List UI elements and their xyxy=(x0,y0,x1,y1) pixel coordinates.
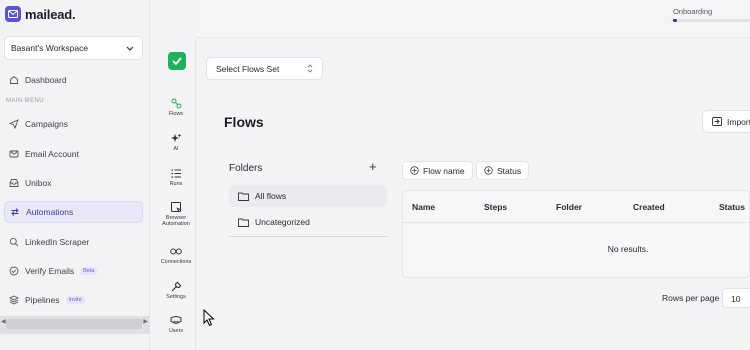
flows-icon xyxy=(171,98,181,109)
sidebar-item-automations[interactable]: Automations xyxy=(4,201,143,223)
sidebar-item-pipelines[interactable]: Pipelines Invite xyxy=(4,289,143,311)
empty-state: No results. xyxy=(607,244,649,254)
page-title: Flows xyxy=(224,114,264,130)
chevron-down-icon xyxy=(126,46,134,51)
chevron-up-down-icon xyxy=(307,64,313,73)
add-folder-button[interactable]: + xyxy=(369,159,377,174)
flows-icon-rail: Flows AI Runs Browser Automation Connect… xyxy=(152,40,196,350)
mail-logo-icon xyxy=(5,6,21,22)
flows-set-placeholder: Select Flows Set xyxy=(216,63,280,74)
link-icon xyxy=(170,248,182,255)
folder-icon xyxy=(238,192,249,201)
invite-badge: Invite xyxy=(65,296,85,304)
rail-item-label: Settings xyxy=(166,294,186,300)
section-label: MAIN MENU xyxy=(6,98,44,104)
rail-item-browser-automation[interactable]: Browser Automation xyxy=(152,202,200,228)
rail-item-settings[interactable]: Settings xyxy=(152,281,200,300)
sidebar-item-linkedin-scraper[interactable]: LinkedIn Scraper xyxy=(4,231,143,253)
flows-table: Name Steps Folder Created Status No resu… xyxy=(402,190,750,278)
browser-icon xyxy=(170,202,181,213)
column-header-folder[interactable]: Folder xyxy=(556,202,582,212)
onboarding-progress-fill xyxy=(673,19,677,22)
scrollbar-thumb[interactable] xyxy=(6,319,142,329)
onboarding-label[interactable]: Onboarding xyxy=(673,7,712,16)
plus-circle-icon xyxy=(484,166,493,175)
search-icon xyxy=(9,237,19,247)
users-icon xyxy=(170,316,182,324)
column-header-steps[interactable]: Steps xyxy=(484,202,507,212)
sidebar-item-verify-emails[interactable]: Verify Emails Beta xyxy=(4,260,143,282)
folder-label: All flows xyxy=(255,191,287,201)
arrows-icon xyxy=(11,208,19,216)
top-bar xyxy=(196,0,750,38)
status-filter[interactable]: Status xyxy=(476,161,530,180)
filter-label: Flow name xyxy=(423,165,465,176)
import-button[interactable]: Import xyxy=(702,110,750,133)
filter-label: Status xyxy=(497,165,522,176)
sidebar-item-label: Campaigns xyxy=(25,119,68,129)
list-icon xyxy=(170,169,181,178)
sidebar-item-label: Unibox xyxy=(25,178,52,188)
check-circle-icon xyxy=(9,266,19,276)
sidebar-item-label: Email Account xyxy=(25,149,79,159)
layers-icon xyxy=(9,295,19,305)
sidebar-item-label: Pipelines xyxy=(25,295,60,305)
column-header-status[interactable]: Status xyxy=(719,202,745,212)
column-header-name[interactable]: Name xyxy=(412,202,435,212)
sidebar-item-label: Verify Emails xyxy=(25,266,75,276)
workspace-selector[interactable]: Basant's Workspace xyxy=(4,36,143,60)
flows-set-select[interactable]: Select Flows Set xyxy=(206,57,323,80)
rail-item-label: Runs xyxy=(169,181,183,187)
rail-item-label: AI xyxy=(173,146,179,152)
sidebar-item-campaigns[interactable]: Campaigns xyxy=(4,113,143,135)
logo[interactable]: mailead. xyxy=(5,6,76,22)
rail-item-label: Users xyxy=(168,328,184,334)
sidebar-item-email-account[interactable]: Email Account xyxy=(4,143,143,165)
folders-title: Folders xyxy=(229,163,263,174)
rail-item-runs[interactable]: Runs xyxy=(152,168,200,187)
import-icon xyxy=(712,117,722,126)
folder-label: Uncategorized xyxy=(255,217,310,227)
beta-badge: Beta xyxy=(80,267,98,275)
folder-icon xyxy=(238,218,249,227)
folder-all-flows[interactable]: All flows xyxy=(229,185,387,207)
scroll-right-icon[interactable]: ▶ xyxy=(143,318,148,325)
rail-item-ai[interactable]: AI xyxy=(152,133,200,152)
sparkle-icon xyxy=(170,133,181,142)
mouse-cursor-icon xyxy=(203,309,215,327)
rail-item-connections[interactable]: Connections xyxy=(152,246,200,265)
brand-name: mailead. xyxy=(25,6,76,22)
send-icon xyxy=(9,119,19,129)
horizontal-scrollbar[interactable]: ◀ ▶ xyxy=(0,316,150,334)
column-header-created[interactable]: Created xyxy=(633,202,665,212)
rail-item-flows[interactable]: Flows xyxy=(152,98,200,117)
sidebar-item-dashboard[interactable]: Dashboard xyxy=(4,69,143,91)
sidebar: mailead. Basant's Workspace Dashboard MA… xyxy=(0,0,150,350)
sidebar-item-label: Dashboard xyxy=(25,75,67,85)
rail-item-label: Browser Automation xyxy=(162,215,190,228)
rail-item-users[interactable]: Users xyxy=(152,315,200,334)
sidebar-item-unibox[interactable]: Unibox xyxy=(4,172,143,194)
scroll-left-icon[interactable]: ◀ xyxy=(1,318,6,325)
rail-item-label: Flows xyxy=(168,111,184,117)
sidebar-item-label: Automations xyxy=(26,207,74,217)
inbox-icon xyxy=(9,179,19,187)
plus-circle-icon xyxy=(410,166,419,175)
rows-per-page-select[interactable]: 10 xyxy=(722,288,750,308)
rail-item-label: Connections xyxy=(160,259,192,265)
onboarding-progress-bar[interactable] xyxy=(673,19,750,22)
divider xyxy=(229,236,388,237)
sidebar-item-label: LinkedIn Scraper xyxy=(25,237,90,247)
table-header: Name Steps Folder Created Status xyxy=(403,191,749,223)
flow-name-filter[interactable]: Flow name xyxy=(402,161,473,180)
import-label: Import xyxy=(727,116,750,127)
home-icon xyxy=(10,75,18,84)
workspace-name: Basant's Workspace xyxy=(11,43,89,53)
rows-per-page-label: Rows per page xyxy=(662,293,720,303)
mail-icon xyxy=(9,150,19,158)
wrench-icon xyxy=(171,281,181,292)
folder-uncategorized[interactable]: Uncategorized xyxy=(229,211,387,233)
app-logo-icon[interactable] xyxy=(168,52,186,70)
